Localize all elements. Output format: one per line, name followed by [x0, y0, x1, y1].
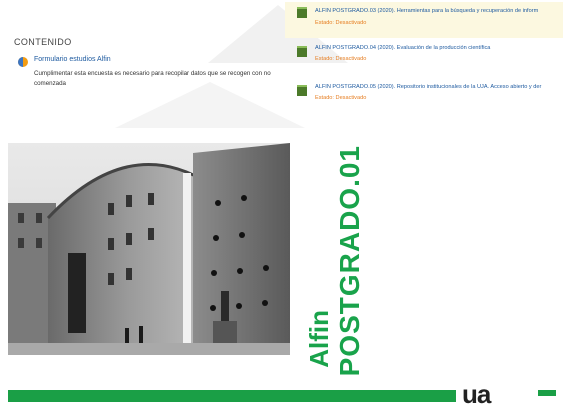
book-icon: [297, 46, 307, 57]
activity-list: ALFIN POSTGRADO.03 (2020). Herramientas …: [285, 0, 563, 118]
banner-title-alfin: Alfin: [304, 310, 334, 368]
university-logo-text: ua: [462, 379, 491, 409]
list-item-title[interactable]: ALFIN POSTGRADO.05 (2020). Repositorio i…: [315, 84, 563, 90]
book-icon: [297, 85, 307, 96]
survey-icon: [18, 57, 28, 67]
list-item-status: Estado: Desactivado: [315, 20, 367, 26]
banner-title-postgrado: POSTGRADO.01: [334, 145, 365, 377]
list-item-status: Estado: Desactivado: [315, 95, 367, 101]
section-title: CONTENIDO: [14, 37, 72, 47]
book-icon: [297, 7, 307, 18]
list-item[interactable]: ALFIN POSTGRADO.05 (2020). Repositorio i…: [285, 80, 563, 116]
banner-green-bar: [8, 390, 456, 402]
logo-green-dash: [538, 390, 556, 396]
list-item[interactable]: ALFIN POSTGRADO.03 (2020). Herramientas …: [285, 2, 563, 38]
list-item-title[interactable]: ALFIN POSTGRADO.03 (2020). Herramientas …: [315, 8, 563, 14]
list-item-title[interactable]: ALFIN POSTGRADO.04 (2020). Evaluación de…: [315, 45, 563, 51]
list-item-status: Estado: Desactivado: [315, 56, 367, 62]
activity-description: Cumplimentar esta encuesta es necesario …: [34, 70, 271, 87]
activity-link[interactable]: Formulario estudios Alfin: [34, 56, 111, 63]
list-item[interactable]: ALFIN POSTGRADO.04 (2020). Evaluación de…: [285, 41, 563, 77]
building-photo: [8, 143, 290, 355]
building-illustration: [8, 143, 290, 355]
